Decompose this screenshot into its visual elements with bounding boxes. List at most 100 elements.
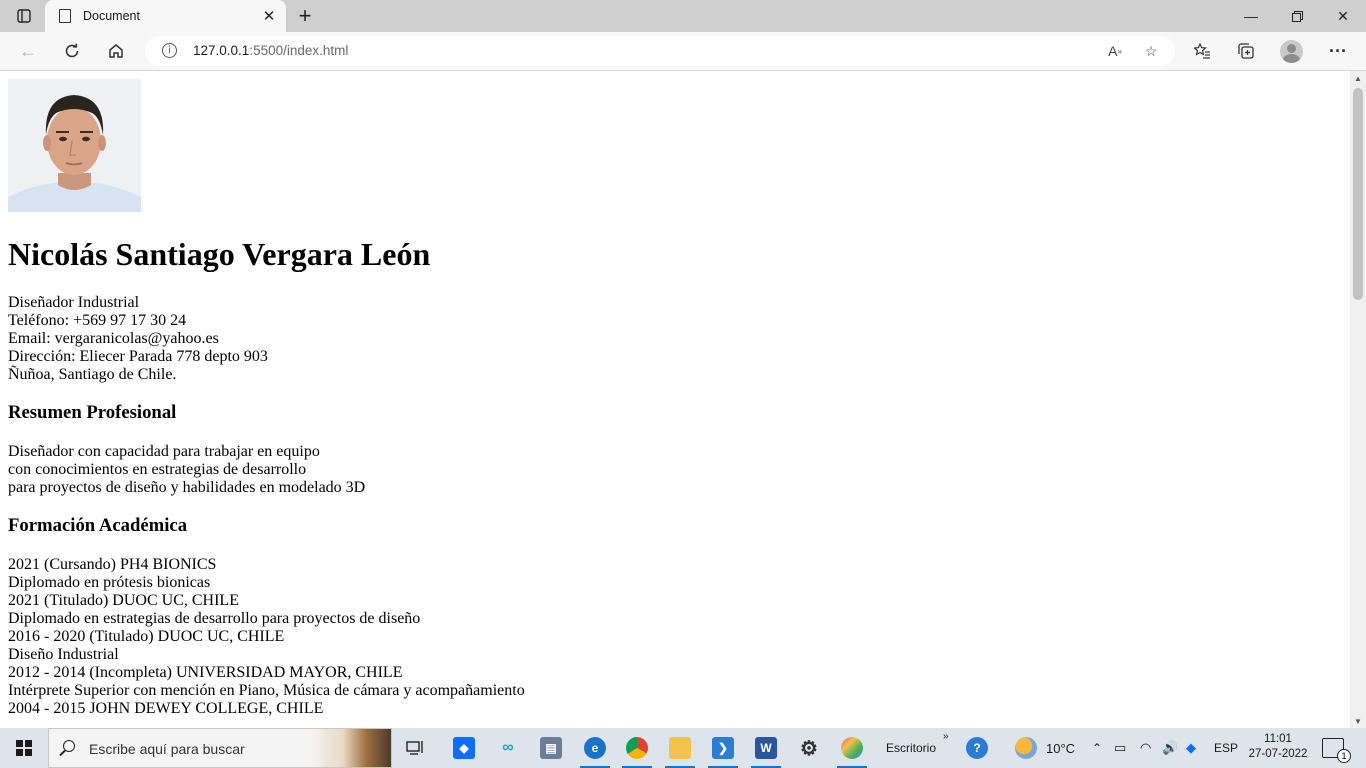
favorites-icon xyxy=(1193,43,1210,59)
education-line: 2004 - 2015 JOHN DEWEY COLLEGE, CHILE xyxy=(8,700,324,717)
chrome-button[interactable] xyxy=(616,728,658,768)
new-tab-button[interactable]: + xyxy=(293,3,317,28)
film-icon: ▤ xyxy=(540,737,562,759)
edge-button[interactable]: e xyxy=(574,728,616,768)
page-scrollbar[interactable]: ▲ ▼ xyxy=(1350,71,1366,728)
wifi-icon[interactable]: ◠ xyxy=(1140,728,1151,768)
education-heading: Formación Académica xyxy=(8,515,188,536)
word-icon: W xyxy=(755,737,777,759)
job-title: Diseñador Industrial xyxy=(8,294,140,311)
browser-tab-bar: Document ✕ + — ✕ xyxy=(0,0,1366,32)
volume-icon[interactable]: 🔊 xyxy=(1162,728,1178,768)
restore-button[interactable] xyxy=(1274,0,1320,32)
summary-line: para proyectos de diseño y habilidades e… xyxy=(8,479,366,496)
taskbar-search[interactable]: Escribe aquí para buscar xyxy=(48,728,392,768)
page-viewport: Nicolás Santiago Vergara León Diseñador … xyxy=(0,71,1350,728)
battery-icon[interactable]: ▭ xyxy=(1114,728,1126,768)
toolbar-chevron-icon[interactable]: » xyxy=(943,716,949,756)
contact-block: Diseñador Industrial Teléfono: +569 97 1… xyxy=(8,294,1208,384)
notification-badge: 1 xyxy=(1337,749,1351,763)
scroll-up-icon[interactable]: ▲ xyxy=(1354,74,1362,83)
gear-icon: ⚙ xyxy=(800,737,818,760)
clock-time: 11:01 xyxy=(1264,733,1292,745)
summary-line: con conocimientos en estrategias de desa… xyxy=(8,461,307,478)
search-highlight-art xyxy=(311,729,391,767)
close-window-button[interactable]: ✕ xyxy=(1320,0,1366,32)
start-button[interactable] xyxy=(0,728,48,768)
search-placeholder: Escribe aquí para buscar xyxy=(89,741,245,757)
show-hidden-icons[interactable]: ⌃ xyxy=(1092,728,1102,768)
site-info-icon[interactable]: i xyxy=(162,43,177,58)
browser-toolbar: ← i 127.0.0.1:5500/index.html A» ☆ ··· xyxy=(0,32,1366,71)
refresh-icon xyxy=(65,43,79,58)
clock-date: 27-07-2022 xyxy=(1248,748,1308,760)
education-line: 2016 - 2020 (Titulado) DUOC UC, CHILE xyxy=(8,628,285,645)
education-line: Diplomado en estrategias de desarrollo p… xyxy=(8,610,421,627)
help-icon: ? xyxy=(966,737,988,759)
arduino-button[interactable]: ∞ xyxy=(487,728,529,768)
collections-button[interactable] xyxy=(1231,37,1261,65)
email-text: Email: vergaranicolas@yahoo.es xyxy=(8,330,219,347)
education-line: 2021 (Cursando) PH4 BIONICS xyxy=(8,556,217,573)
profile-photo xyxy=(8,79,141,212)
education-line: 2012 - 2014 (Incompleta) UNIVERSIDAD MAY… xyxy=(8,664,403,681)
address-text: Dirección: Eliecer Parada 778 depto 903 xyxy=(8,348,268,365)
education-line: 2021 (Titulado) DUOC UC, CHILE xyxy=(8,592,239,609)
city-text: Ñuñoa, Santiago de Chile. xyxy=(8,366,177,383)
task-view-icon xyxy=(406,741,423,755)
add-favorite-icon[interactable]: ☆ xyxy=(1140,40,1162,62)
dropbox-icon: ◆ xyxy=(453,737,475,759)
chrome-icon xyxy=(626,737,648,759)
active-tab[interactable]: Document ✕ xyxy=(45,0,286,32)
weather-temperature[interactable]: 10°C xyxy=(1046,728,1075,768)
url-text: 127.0.0.1:5500/index.html xyxy=(193,43,349,58)
back-button[interactable]: ← xyxy=(13,37,43,65)
candidate-name: Nicolás Santiago Vergara León xyxy=(8,236,431,272)
vscode-icon: ❯ xyxy=(712,737,734,759)
tab-actions-button[interactable] xyxy=(10,6,38,26)
dropbox-tray-icon[interactable]: ◆ xyxy=(1186,728,1196,768)
word-button[interactable]: W xyxy=(745,728,787,768)
collections-icon xyxy=(1238,43,1254,59)
file-explorer-button[interactable] xyxy=(659,728,701,768)
search-icon xyxy=(63,740,75,752)
summary-block: Diseñador con capacidad para trabajar en… xyxy=(8,443,1208,497)
summary-heading: Resumen Profesional xyxy=(8,402,177,423)
scroll-down-icon[interactable]: ▼ xyxy=(1354,717,1362,726)
address-bar[interactable]: i 127.0.0.1:5500/index.html A» ☆ xyxy=(145,36,1175,66)
vscode-button[interactable]: ❯ xyxy=(702,728,744,768)
summary-line: Diseñador con capacidad para trabajar en… xyxy=(8,443,320,460)
help-button[interactable]: ? xyxy=(956,728,998,768)
education-line: Diplomado en prótesis bionicas xyxy=(8,574,211,591)
system-clock[interactable]: 11:01 27-07-2022 xyxy=(1248,732,1308,762)
paint-button[interactable] xyxy=(831,728,873,768)
language-indicator[interactable]: ESP xyxy=(1214,728,1238,768)
read-aloud-icon[interactable]: A» xyxy=(1104,40,1126,62)
video-editor-button[interactable]: ▤ xyxy=(530,728,572,768)
home-button[interactable] xyxy=(101,37,131,65)
education-line: Diseño Industrial xyxy=(8,646,119,663)
task-view-button[interactable] xyxy=(395,728,437,768)
folder-icon xyxy=(669,737,691,759)
phone-text: Teléfono: +569 97 17 30 24 xyxy=(8,312,187,329)
resume-content: Nicolás Santiago Vergara León Diseñador … xyxy=(8,79,1208,718)
notification-center-button[interactable]: 1 xyxy=(1322,738,1351,763)
profile-avatar[interactable] xyxy=(1280,40,1303,63)
home-icon xyxy=(109,44,123,58)
edge-icon: e xyxy=(584,737,606,759)
minimize-button[interactable]: — xyxy=(1228,0,1274,32)
refresh-button[interactable] xyxy=(57,37,87,65)
education-block: 2021 (Cursando) PH4 BIONICS Diplomado en… xyxy=(8,556,1208,718)
settings-button[interactable]: ⚙ xyxy=(788,728,830,768)
dropbox-button[interactable]: ◆ xyxy=(443,728,485,768)
desktop-toolbar-label[interactable]: Escritorio xyxy=(886,728,936,768)
tab-close-icon[interactable]: ✕ xyxy=(260,7,278,25)
weather-icon xyxy=(1015,737,1037,759)
settings-more-button[interactable]: ··· xyxy=(1323,37,1353,65)
scroll-thumb[interactable] xyxy=(1353,88,1363,300)
favorites-button[interactable] xyxy=(1187,37,1217,65)
windows-taskbar: Escribe aquí para buscar ◆ ∞ ▤ e ❯ W ⚙ E… xyxy=(0,728,1366,768)
weather-widget[interactable] xyxy=(1005,728,1047,768)
page-icon xyxy=(59,9,71,23)
tab-actions-icon xyxy=(17,9,31,23)
